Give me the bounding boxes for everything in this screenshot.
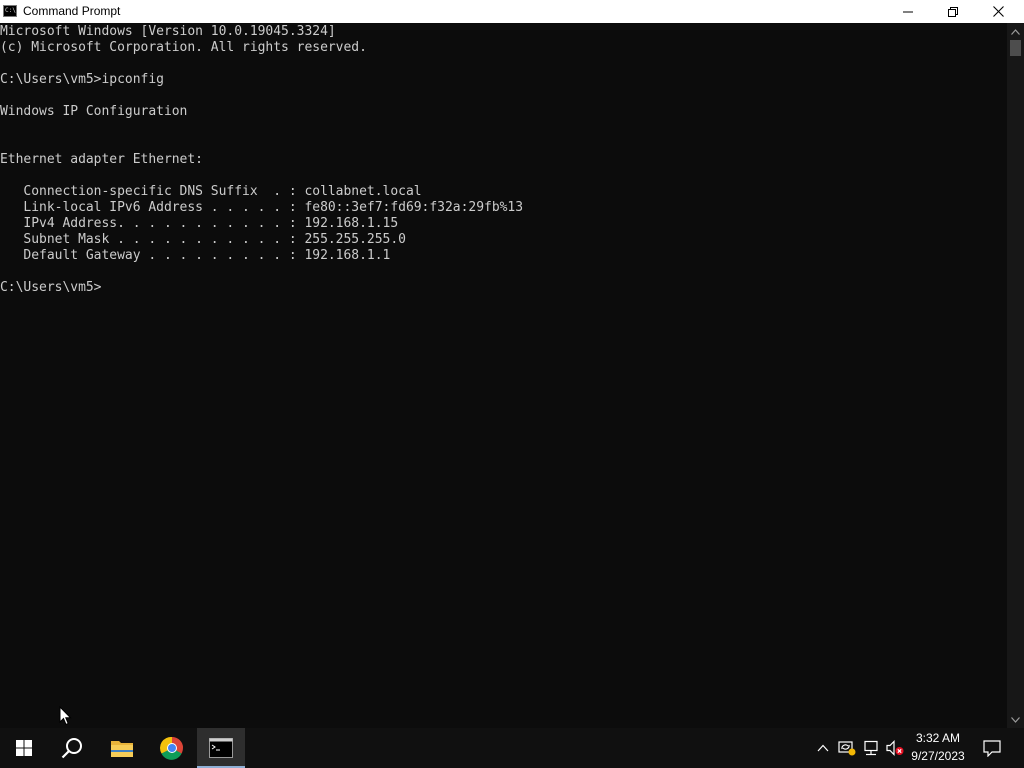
vertical-scrollbar[interactable] <box>1007 23 1024 728</box>
chevron-up-icon <box>1011 28 1020 35</box>
network-sync-tray-button[interactable] <box>836 728 858 768</box>
file-explorer-button[interactable] <box>98 728 146 768</box>
show-hidden-icons-button[interactable] <box>813 728 833 768</box>
chrome-icon <box>160 736 183 760</box>
scroll-up-button[interactable] <box>1007 23 1024 40</box>
search-button[interactable] <box>48 728 96 768</box>
console-line: C:\Users\vm5>ipconfig <box>0 72 164 87</box>
start-icon <box>16 740 32 756</box>
volume-tray-button[interactable] <box>884 728 906 768</box>
scroll-thumb[interactable] <box>1010 40 1021 56</box>
file-explorer-icon <box>111 741 133 757</box>
mouse-cursor-icon <box>59 706 72 726</box>
restore-button[interactable] <box>930 0 975 23</box>
network-sync-icon <box>838 741 856 756</box>
taskbar-clock[interactable]: 3:32 AM 9/27/2023 <box>908 728 968 768</box>
start-button[interactable] <box>0 728 48 768</box>
console-line: Link-local IPv6 Address . . . . . : fe80… <box>0 200 524 215</box>
clock-time: 3:32 AM <box>915 731 961 745</box>
chevron-up-icon <box>817 744 829 752</box>
console-line: Ethernet adapter Ethernet: <box>0 152 203 167</box>
command-prompt-line[interactable]: C:\Users\vm5> <box>0 280 102 296</box>
console-line: (c) Microsoft Corporation. All rights re… <box>0 40 367 55</box>
clock-date: 9/27/2023 <box>911 749 965 763</box>
chevron-down-icon <box>1011 716 1020 723</box>
scroll-down-button[interactable] <box>1007 711 1024 728</box>
command-prompt-taskbar-button[interactable] <box>197 728 245 768</box>
close-button[interactable] <box>976 0 1021 23</box>
notification-icon <box>983 739 1001 757</box>
console-line: Microsoft Windows [Version 10.0.19045.33… <box>0 24 336 39</box>
minimize-button[interactable] <box>885 0 930 23</box>
minimize-icon <box>902 11 913 12</box>
console-line: Connection-specific DNS Suffix . : colla… <box>0 184 422 199</box>
restore-icon <box>947 6 958 17</box>
volume-muted-icon <box>886 740 904 756</box>
action-center-button[interactable] <box>978 728 1006 768</box>
command-prompt-icon: C:\ <box>3 5 17 17</box>
console-line: Windows IP Configuration <box>0 104 188 119</box>
title-bar[interactable]: C:\ Command Prompt <box>0 0 1024 23</box>
close-icon <box>993 6 1004 17</box>
console-line: IPv4 Address. . . . . . . . . . . : 192.… <box>0 216 399 231</box>
taskbar: 3:32 AM 9/27/2023 <box>0 728 1024 768</box>
search-icon <box>61 738 82 759</box>
command-prompt-icon <box>209 738 233 758</box>
window-title: Command Prompt <box>23 4 121 18</box>
chrome-button[interactable] <box>148 728 196 768</box>
console-line: Subnet Mask . . . . . . . . . . . : 255.… <box>0 232 406 247</box>
console-output[interactable]: Microsoft Windows [Version 10.0.19045.33… <box>0 23 1007 728</box>
network-tray-button[interactable] <box>860 728 882 768</box>
network-icon <box>864 740 878 756</box>
console-line: Default Gateway . . . . . . . . . : 192.… <box>0 248 391 263</box>
